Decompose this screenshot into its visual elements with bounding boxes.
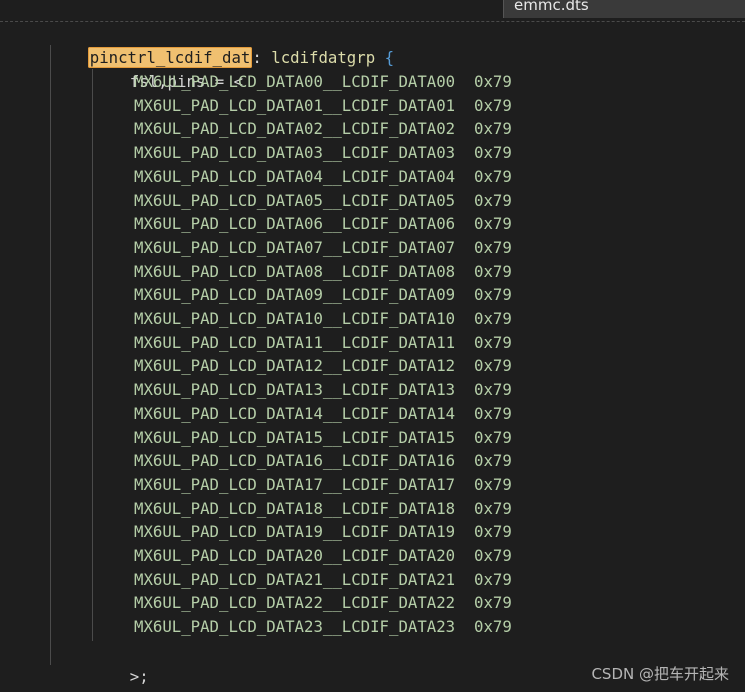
code-line-pin[interactable]: MX6UL_PAD_LCD_DATA09__LCDIF_DATA09 0x79 bbox=[134, 283, 512, 307]
pin-pad-name: MX6UL_PAD_LCD_DATA15__LCDIF_DATA15 bbox=[134, 427, 456, 447]
node-colon: : bbox=[252, 47, 262, 67]
pin-pad-name: MX6UL_PAD_LCD_DATA19__LCDIF_DATA19 bbox=[134, 522, 456, 542]
pin-config-value: 0x79 bbox=[474, 332, 512, 352]
pin-pad-name: MX6UL_PAD_LCD_DATA02__LCDIF_DATA02 bbox=[134, 119, 456, 139]
pin-pad-name: MX6UL_PAD_LCD_DATA12__LCDIF_DATA12 bbox=[134, 356, 456, 376]
pin-config-value: 0x79 bbox=[474, 451, 512, 471]
code-line-pin[interactable]: MX6UL_PAD_LCD_DATA07__LCDIF_DATA07 0x79 bbox=[134, 236, 512, 260]
code-line-property[interactable]: fsl,pins = < bbox=[92, 46, 243, 91]
pin-pad-name: MX6UL_PAD_LCD_DATA16__LCDIF_DATA16 bbox=[134, 451, 456, 471]
code-line-pin[interactable]: MX6UL_PAD_LCD_DATA21__LCDIF_DATA21 0x79 bbox=[134, 568, 512, 592]
pin-pad-name: MX6UL_PAD_LCD_DATA18__LCDIF_DATA18 bbox=[134, 498, 456, 518]
pin-config-value: 0x79 bbox=[474, 546, 512, 565]
code-line-pin[interactable]: MX6UL_PAD_LCD_DATA18__LCDIF_DATA18 0x79 bbox=[134, 497, 512, 521]
pin-config-value: 0x79 bbox=[474, 237, 512, 257]
pin-pad-name: MX6UL_PAD_LCD_DATA13__LCDIF_DATA13 bbox=[134, 380, 456, 400]
pin-config-value: 0x79 bbox=[474, 427, 512, 447]
code-line-pin[interactable]: MX6UL_PAD_LCD_DATA06__LCDIF_DATA06 0x79 bbox=[134, 212, 512, 236]
code-line-pin[interactable]: MX6UL_PAD_LCD_DATA05__LCDIF_DATA05 0x79 bbox=[134, 189, 512, 213]
code-line-pin[interactable]: MX6UL_PAD_LCD_DATA20__LCDIF_DATA20 0x79 bbox=[134, 544, 512, 568]
pin-config-value: 0x79 bbox=[474, 261, 512, 281]
watermark: CSDN @把车开起来 bbox=[591, 665, 729, 683]
pin-config-value: 0x79 bbox=[474, 72, 512, 91]
code-line-pin[interactable]: MX6UL_PAD_LCD_DATA13__LCDIF_DATA13 0x79 bbox=[134, 378, 512, 402]
pin-config-value: 0x79 bbox=[474, 190, 512, 210]
pin-pad-name: MX6UL_PAD_LCD_DATA22__LCDIF_DATA22 bbox=[134, 593, 456, 613]
node-name: lcdifdatgrp bbox=[271, 47, 376, 67]
code-line-pin[interactable]: MX6UL_PAD_LCD_DATA17__LCDIF_DATA17 0x79 bbox=[134, 473, 512, 497]
code-line-pin[interactable]: MX6UL_PAD_LCD_DATA22__LCDIF_DATA22 0x79 bbox=[134, 591, 512, 615]
pin-config-value: 0x79 bbox=[474, 522, 512, 542]
pin-pad-name: MX6UL_PAD_LCD_DATA11__LCDIF_DATA11 bbox=[134, 332, 456, 352]
property-close-text: >; bbox=[129, 666, 149, 686]
pin-config-value: 0x79 bbox=[474, 569, 512, 589]
code-line-pin[interactable]: MX6UL_PAD_LCD_DATA00__LCDIF_DATA00 0x79 bbox=[134, 70, 512, 94]
code-line-property-close[interactable]: >; bbox=[92, 641, 149, 686]
tab-emmc-dts[interactable]: emmc.dts bbox=[503, 0, 745, 18]
code-editor[interactable]: emmc.dts pinctrl_lcdif_dat: lcdifdatgrp … bbox=[0, 0, 745, 692]
code-line-pin[interactable]: MX6UL_PAD_LCD_DATA19__LCDIF_DATA19 0x79 bbox=[134, 520, 512, 544]
code-line-pin[interactable]: MX6UL_PAD_LCD_DATA11__LCDIF_DATA11 0x79 bbox=[134, 331, 512, 355]
code-line-pin[interactable]: MX6UL_PAD_LCD_DATA08__LCDIF_DATA08 0x79 bbox=[134, 260, 512, 284]
pin-pad-name: MX6UL_PAD_LCD_DATA06__LCDIF_DATA06 bbox=[134, 214, 456, 234]
code-line-pin[interactable]: MX6UL_PAD_LCD_DATA03__LCDIF_DATA03 0x79 bbox=[134, 141, 512, 165]
code-line-pin[interactable]: MX6UL_PAD_LCD_DATA14__LCDIF_DATA14 0x79 bbox=[134, 402, 512, 426]
code-line-node-header[interactable]: pinctrl_lcdif_dat: lcdifdatgrp { bbox=[50, 22, 394, 68]
pin-config-value: 0x79 bbox=[474, 498, 512, 518]
tab-filename: emmc.dts bbox=[514, 0, 589, 14]
indent-guide-level-2 bbox=[92, 69, 93, 641]
pin-pad-name: MX6UL_PAD_LCD_DATA07__LCDIF_DATA07 bbox=[134, 237, 456, 257]
code-line-pin[interactable]: MX6UL_PAD_LCD_DATA04__LCDIF_DATA04 0x79 bbox=[134, 165, 512, 189]
pin-pad-name: MX6UL_PAD_LCD_DATA10__LCDIF_DATA10 bbox=[134, 309, 456, 328]
pin-pad-name: MX6UL_PAD_LCD_DATA21__LCDIF_DATA21 bbox=[134, 569, 456, 589]
pin-config-value: 0x79 bbox=[474, 356, 512, 376]
pin-config-value: 0x79 bbox=[474, 95, 512, 115]
pin-pad-name: MX6UL_PAD_LCD_DATA09__LCDIF_DATA09 bbox=[134, 285, 456, 305]
pin-config-value: 0x79 bbox=[474, 214, 512, 234]
code-line-pin[interactable]: MX6UL_PAD_LCD_DATA12__LCDIF_DATA12 0x79 bbox=[134, 354, 512, 378]
pin-pad-name: MX6UL_PAD_LCD_DATA05__LCDIF_DATA05 bbox=[134, 190, 456, 210]
pin-config-value: 0x79 bbox=[474, 166, 512, 186]
pin-config-value: 0x79 bbox=[474, 403, 512, 423]
code-line-pin[interactable]: MX6UL_PAD_LCD_DATA01__LCDIF_DATA01 0x79 bbox=[134, 94, 512, 118]
indent-guide-level-1 bbox=[50, 45, 51, 665]
pin-config-value: 0x79 bbox=[474, 285, 512, 305]
pin-pad-name: MX6UL_PAD_LCD_DATA20__LCDIF_DATA20 bbox=[134, 546, 456, 565]
pin-config-value: 0x79 bbox=[474, 309, 512, 328]
open-brace: { bbox=[384, 47, 395, 67]
code-line-pin[interactable]: MX6UL_PAD_LCD_DATA10__LCDIF_DATA10 0x79 bbox=[134, 307, 512, 331]
pin-config-value: 0x79 bbox=[474, 617, 512, 637]
pin-pad-name: MX6UL_PAD_LCD_DATA01__LCDIF_DATA01 bbox=[134, 95, 456, 115]
code-line-pin[interactable]: MX6UL_PAD_LCD_DATA15__LCDIF_DATA15 0x79 bbox=[134, 426, 512, 450]
code-line-pin[interactable]: MX6UL_PAD_LCD_DATA16__LCDIF_DATA16 0x79 bbox=[134, 449, 512, 473]
pin-pad-name: MX6UL_PAD_LCD_DATA17__LCDIF_DATA17 bbox=[134, 474, 456, 494]
pin-config-value: 0x79 bbox=[474, 474, 512, 494]
pin-pad-name: MX6UL_PAD_LCD_DATA03__LCDIF_DATA03 bbox=[134, 143, 456, 163]
pin-pad-name: MX6UL_PAD_LCD_DATA23__LCDIF_DATA23 bbox=[134, 617, 456, 637]
code-line-pin[interactable]: MX6UL_PAD_LCD_DATA23__LCDIF_DATA23 0x79 bbox=[134, 615, 512, 639]
pin-config-value: 0x79 bbox=[474, 119, 512, 139]
pin-config-value: 0x79 bbox=[474, 380, 512, 400]
pin-pad-name: MX6UL_PAD_LCD_DATA04__LCDIF_DATA04 bbox=[134, 166, 456, 186]
pin-pad-name: MX6UL_PAD_LCD_DATA08__LCDIF_DATA08 bbox=[134, 261, 456, 281]
pin-config-value: 0x79 bbox=[474, 143, 512, 163]
pin-pad-name: MX6UL_PAD_LCD_DATA14__LCDIF_DATA14 bbox=[134, 403, 456, 423]
pin-config-value: 0x79 bbox=[474, 593, 512, 613]
code-line-node-close[interactable]: }; bbox=[50, 664, 107, 692]
code-line-pin[interactable]: MX6UL_PAD_LCD_DATA02__LCDIF_DATA02 0x79 bbox=[134, 117, 512, 141]
pin-pad-name: MX6UL_PAD_LCD_DATA00__LCDIF_DATA00 bbox=[134, 72, 456, 91]
